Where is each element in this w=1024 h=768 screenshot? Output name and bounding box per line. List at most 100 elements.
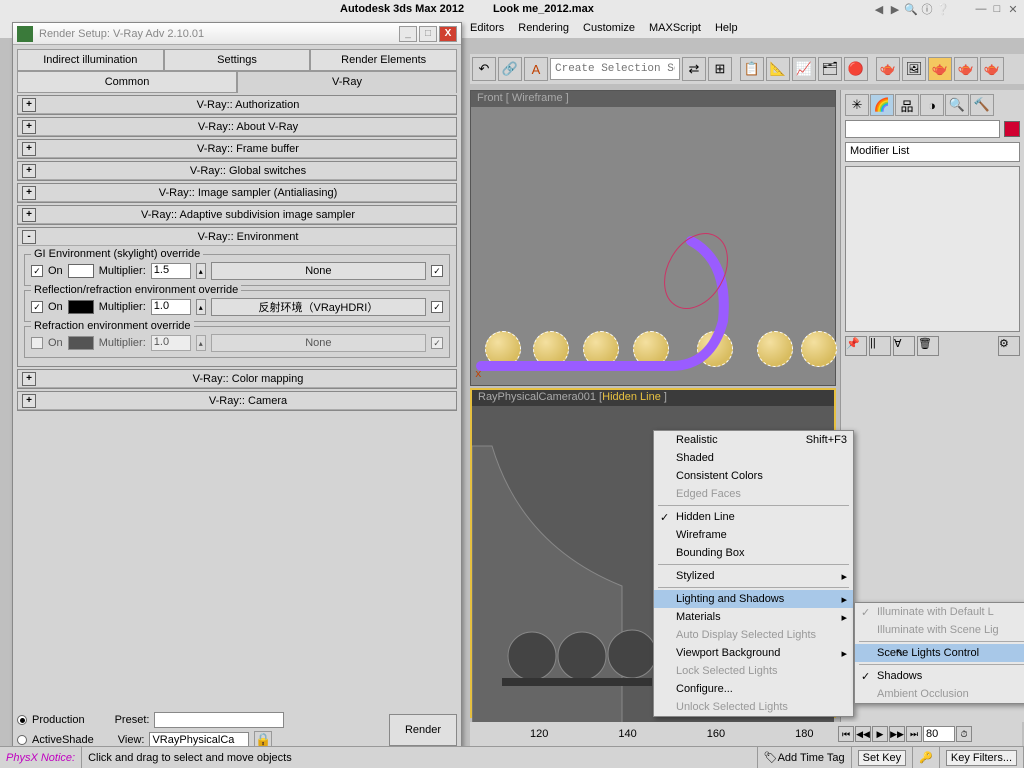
gi-map-button[interactable]: None xyxy=(211,262,426,280)
gi-color-swatch[interactable] xyxy=(68,264,94,278)
link-icon[interactable]: 🔗 xyxy=(498,57,522,81)
refr-map-button[interactable]: None xyxy=(211,334,426,352)
hierarchy-tab-icon[interactable]: 品 xyxy=(895,94,919,116)
binoculars-icon[interactable]: 🔍 xyxy=(904,2,918,16)
ctx-configure[interactable]: Configure... xyxy=(654,680,853,698)
selection-set-dropdown[interactable] xyxy=(550,58,680,80)
activeshade-radio[interactable] xyxy=(17,735,27,745)
rendered-frame-icon[interactable]: 🖼 xyxy=(902,57,926,81)
production-radio[interactable] xyxy=(17,715,27,725)
refl-mult-spinner[interactable]: 1.0 xyxy=(151,299,191,315)
spinner-up-icon[interactable]: ▴ xyxy=(196,335,206,351)
gi-mult-spinner[interactable]: 1.5 xyxy=(151,263,191,279)
refr-on-checkbox[interactable] xyxy=(31,337,43,349)
menu-help[interactable]: Help xyxy=(715,22,738,34)
tab-indirect[interactable]: Indirect illumination xyxy=(17,49,164,71)
text-tool-icon[interactable]: A xyxy=(524,57,548,81)
goto-start-icon[interactable]: ⏮ xyxy=(838,726,854,742)
layers-icon[interactable]: 📋 xyxy=(740,57,764,81)
viewport-front-wire[interactable]: Front [ Wireframe ] x xyxy=(470,90,836,386)
sub-shadows[interactable]: ✓Shadows xyxy=(855,667,1024,685)
next-frame-icon[interactable]: ▶▶ xyxy=(889,726,905,742)
refr-map-on-checkbox[interactable]: ✓ xyxy=(431,337,443,349)
motion-tab-icon[interactable]: ◑ xyxy=(920,94,944,116)
gi-on-checkbox[interactable]: ✓ xyxy=(31,265,43,277)
ctx-consistent[interactable]: Consistent Colors xyxy=(654,467,853,485)
rollout-framebuffer[interactable]: +V-Ray:: Frame buffer xyxy=(18,140,456,158)
rollout-environment[interactable]: -V-Ray:: Environment xyxy=(18,228,456,246)
spinner-up-icon[interactable]: ▴ xyxy=(196,263,206,279)
tab-common[interactable]: Common xyxy=(17,71,237,93)
keyfilters-button[interactable]: Key Filters... xyxy=(946,750,1017,766)
refr-color-swatch[interactable] xyxy=(68,336,94,350)
prev-frame-icon[interactable]: ◀◀ xyxy=(855,726,871,742)
show-end-icon[interactable]: || xyxy=(869,336,891,356)
render-dialog-titlebar[interactable]: Render Setup: V-Ray Adv 2.10.01 _ □ X xyxy=(13,23,461,45)
goto-end-icon[interactable]: ⏭ xyxy=(906,726,922,742)
rollout-adaptive-sub[interactable]: +V-Ray:: Adaptive subdivision image samp… xyxy=(18,206,456,224)
key-icon[interactable]: 🔑 xyxy=(913,747,940,768)
menu-customize[interactable]: Customize xyxy=(583,22,635,34)
refl-map-on-checkbox[interactable]: ✓ xyxy=(431,301,443,313)
fwd-icon[interactable]: ▶ xyxy=(888,2,902,16)
refl-color-swatch[interactable] xyxy=(68,300,94,314)
graphite-icon[interactable]: 📐 xyxy=(766,57,790,81)
modify-tab-icon[interactable]: 🌈 xyxy=(870,94,894,116)
play-icon[interactable]: ▶ xyxy=(872,726,888,742)
ctx-wireframe[interactable]: Wireframe xyxy=(654,526,853,544)
render-setup-icon[interactable]: 🫖 xyxy=(876,57,900,81)
ctx-materials[interactable]: Materials▸ xyxy=(654,608,853,626)
schematic-icon[interactable]: 🗂 xyxy=(818,57,842,81)
time-config-icon[interactable]: ⏱ xyxy=(956,726,972,742)
rollout-color-mapping[interactable]: +V-Ray:: Color mapping xyxy=(18,370,456,388)
curve-editor-icon[interactable]: 📈 xyxy=(792,57,816,81)
refl-map-button[interactable]: 反射环境（VRayHDRI） xyxy=(211,298,426,316)
material-editor-icon[interactable]: 🔴 xyxy=(844,57,868,81)
current-frame-input[interactable] xyxy=(923,726,955,742)
refr-mult-spinner[interactable]: 1.0 xyxy=(151,335,191,351)
tab-render-elements[interactable]: Render Elements xyxy=(310,49,457,71)
time-ruler[interactable]: 120 140 160 180 xyxy=(470,722,838,746)
ctx-shaded[interactable]: Shaded xyxy=(654,449,853,467)
align-icon[interactable]: ⊞ xyxy=(708,57,732,81)
spinner-up-icon[interactable]: ▴ xyxy=(196,299,206,315)
mirror-icon[interactable]: ⇄ xyxy=(682,57,706,81)
ctx-lighting-shadows[interactable]: Lighting and Shadows▸ xyxy=(654,590,853,608)
close-button[interactable]: X xyxy=(439,26,457,42)
refl-on-checkbox[interactable]: ✓ xyxy=(31,301,43,313)
menu-editors[interactable]: Editors xyxy=(470,22,504,34)
render-prod-icon[interactable]: 🫖 xyxy=(954,57,978,81)
info-icon[interactable]: ⓘ xyxy=(920,2,934,16)
maximize-icon[interactable]: □ xyxy=(990,2,1004,16)
ctx-bbox[interactable]: Bounding Box xyxy=(654,544,853,562)
setkey-button[interactable]: Set Key xyxy=(858,750,907,766)
render-last-icon[interactable]: 🫖 xyxy=(980,57,1004,81)
render-button[interactable]: Render xyxy=(389,714,457,746)
object-color-swatch[interactable] xyxy=(1004,121,1020,137)
make-unique-icon[interactable]: ∀ xyxy=(893,336,915,356)
pin-stack-icon[interactable]: 📌 xyxy=(845,336,867,356)
undo-icon[interactable]: ↶ xyxy=(472,57,496,81)
rollout-image-sampler[interactable]: +V-Ray:: Image sampler (Antialiasing) xyxy=(18,184,456,202)
menu-maxscript[interactable]: MAXScript xyxy=(649,22,701,34)
modifier-stack[interactable] xyxy=(845,166,1020,332)
rollout-about[interactable]: +V-Ray:: About V-Ray xyxy=(18,118,456,136)
gi-map-on-checkbox[interactable]: ✓ xyxy=(431,265,443,277)
rollout-authorization[interactable]: +V-Ray:: Authorization xyxy=(18,96,456,114)
ctx-realistic[interactable]: RealisticShift+F3 xyxy=(654,431,853,449)
tab-settings[interactable]: Settings xyxy=(164,49,311,71)
add-time-tag[interactable]: 🏷 Add Time Tag xyxy=(758,747,852,768)
sub-scene-lights-control[interactable]: Scene Lights Control↖ xyxy=(855,644,1024,662)
back-icon[interactable]: ◀ xyxy=(872,2,886,16)
rollout-camera[interactable]: +V-Ray:: Camera xyxy=(18,392,456,410)
ctx-stylized[interactable]: Stylized▸ xyxy=(654,567,853,585)
preset-dropdown[interactable] xyxy=(154,712,284,728)
rollout-global-switches[interactable]: +V-Ray:: Global switches xyxy=(18,162,456,180)
maximize-button[interactable]: □ xyxy=(419,26,437,42)
ctx-hidden-line[interactable]: ✓Hidden Line xyxy=(654,508,853,526)
create-tab-icon[interactable]: ✳ xyxy=(845,94,869,116)
ctx-vp-background[interactable]: Viewport Background▸ xyxy=(654,644,853,662)
minimize-button[interactable]: _ xyxy=(399,26,417,42)
tab-vray[interactable]: V-Ray xyxy=(237,71,457,93)
menu-rendering[interactable]: Rendering xyxy=(518,22,569,34)
